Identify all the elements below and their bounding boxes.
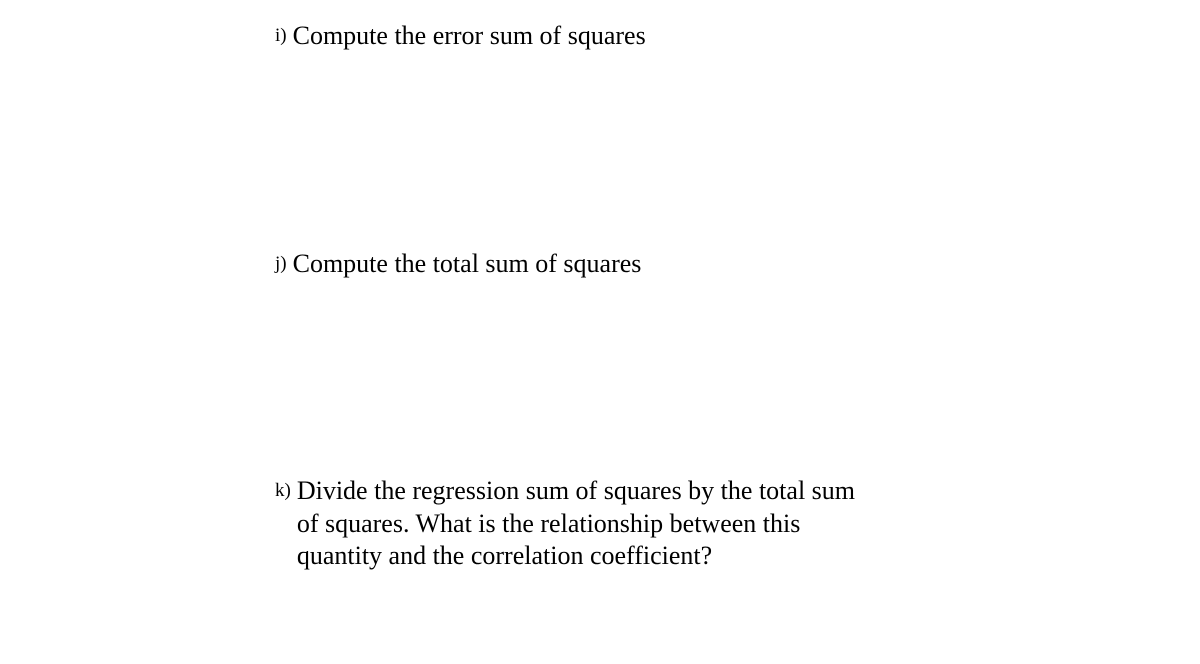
item-text-i: Compute the error sum of squares bbox=[293, 20, 646, 53]
item-label-i: i) bbox=[275, 20, 287, 47]
item-text-j: Compute the total sum of squares bbox=[293, 248, 642, 281]
item-k: k) Divide the regression sum of squares … bbox=[275, 475, 975, 573]
item-label-k: k) bbox=[275, 475, 291, 502]
item-label-j: j) bbox=[275, 248, 287, 275]
document-content: i) Compute the error sum of squares j) C… bbox=[275, 20, 975, 573]
item-j: j) Compute the total sum of squares bbox=[275, 248, 975, 281]
item-text-k: Divide the regression sum of squares by … bbox=[297, 475, 872, 573]
item-i: i) Compute the error sum of squares bbox=[275, 20, 975, 53]
